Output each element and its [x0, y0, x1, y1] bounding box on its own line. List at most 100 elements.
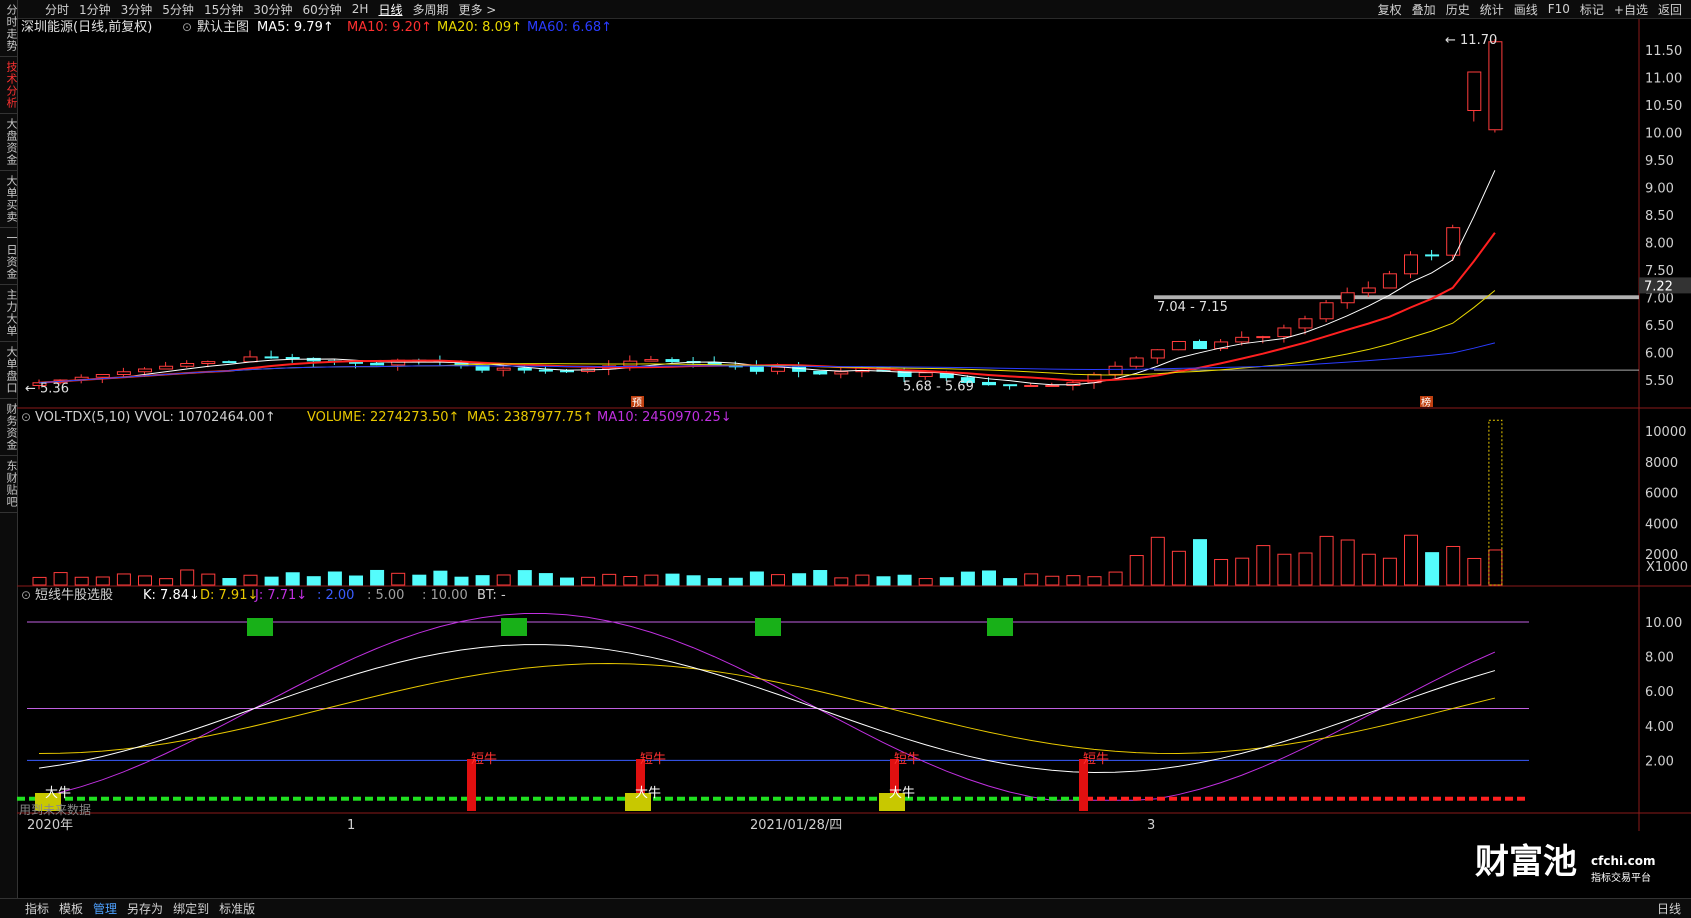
- signal-baseline: [821, 796, 829, 801]
- toolbar-action-button[interactable]: 统计: [1475, 1, 1509, 18]
- volume-bar: [728, 577, 743, 586]
- signal-baseline: [1313, 796, 1321, 801]
- signal-baseline: [605, 796, 613, 801]
- side-tab[interactable]: 一日资金: [0, 228, 18, 285]
- signal-baseline: [785, 796, 793, 801]
- bottom-bar-button[interactable]: 标准版: [214, 900, 260, 917]
- candle-body: [1361, 287, 1376, 294]
- price-tick: 9.50: [1645, 154, 1674, 169]
- stock-chart[interactable]: ← 11.70 ← 5.36 5.68 - 5.69 7.04 - 7.15 预 榜 短牛…: [17, 19, 1691, 898]
- signal-baseline: [1421, 796, 1429, 801]
- toolbar-action-button[interactable]: 画线: [1509, 1, 1543, 18]
- candle-body: [1319, 302, 1334, 320]
- indicator-tick: 8.00: [1645, 651, 1674, 666]
- period-tab[interactable]: 2H: [347, 2, 374, 16]
- volume-bar: [1150, 536, 1165, 586]
- future-data-note: 用到未来数据: [19, 802, 91, 817]
- long-signal-label: 大牛: [635, 786, 661, 801]
- signal-baseline: [497, 796, 505, 801]
- side-tab[interactable]: 主力大单: [0, 285, 18, 342]
- month-tick: 3: [1147, 818, 1155, 833]
- signal-baseline: [761, 796, 769, 801]
- candle-body: [1171, 341, 1186, 351]
- side-tab[interactable]: 财务资金: [0, 399, 18, 456]
- event-marker-label: 预: [632, 397, 642, 409]
- toolbar-action-button[interactable]: 返回: [1653, 1, 1687, 18]
- signal-baseline: [1025, 796, 1033, 801]
- bottom-bar-button[interactable]: 模板: [54, 900, 88, 917]
- candle-body: [285, 357, 300, 360]
- bottom-bar-button[interactable]: 另存为: [122, 900, 168, 917]
- signal-baseline: [1469, 796, 1477, 801]
- short-signal-label: 短牛: [894, 752, 920, 767]
- signal-baseline: [401, 796, 409, 801]
- brand-url: cfchi.com: [1591, 854, 1656, 868]
- toolbar-actions: 复权 叠加 历史 统计 画线 F10 标记 +自选 返回: [1373, 1, 1691, 18]
- candle-body: [813, 370, 828, 375]
- volume-bar: [813, 570, 828, 586]
- period-tab[interactable]: 30分钟: [248, 1, 297, 18]
- candle-body: [517, 367, 532, 371]
- side-tab[interactable]: 技术分析: [0, 57, 18, 114]
- volume-bar: [285, 572, 300, 586]
- d-label: D: 7.91↓: [200, 588, 258, 603]
- toolbar-action-button[interactable]: 复权: [1373, 1, 1407, 18]
- signal-baseline: [1121, 796, 1129, 801]
- volume-bar: [960, 571, 975, 586]
- signal-baseline: [917, 796, 925, 801]
- candle-body: [644, 359, 659, 362]
- toolbar-action-button[interactable]: +自选: [1609, 1, 1653, 18]
- side-tab[interactable]: 大单盘口: [0, 342, 18, 399]
- signal-baseline: [1133, 796, 1141, 801]
- date-axis: 2020年 1 2021/01/28/四 3 用到未来数据: [19, 802, 1155, 833]
- period-tab[interactable]: 15分钟: [199, 1, 248, 18]
- period-tab[interactable]: 5分钟: [157, 1, 199, 18]
- volume-bar: [1003, 578, 1018, 586]
- bottom-bar-button[interactable]: 指标: [20, 900, 54, 917]
- period-tab[interactable]: 更多 >: [453, 1, 501, 18]
- volume-bar: [538, 573, 553, 586]
- template-name[interactable]: 默认主图: [197, 19, 249, 35]
- indicator-name: 短线牛股选股: [35, 588, 113, 603]
- signal-baseline: [1037, 796, 1045, 801]
- period-tab[interactable]: 多周期: [407, 1, 453, 18]
- period-tab[interactable]: 3分钟: [116, 1, 158, 18]
- side-tab[interactable]: 大盘资金: [0, 114, 18, 171]
- volume-bar: [1214, 559, 1229, 586]
- period-indicator: 日线: [1656, 902, 1681, 916]
- signal-baseline: [1433, 796, 1441, 801]
- side-tab[interactable]: 大单买卖: [0, 171, 18, 228]
- high-price-annotation: ← 11.70: [1445, 33, 1497, 48]
- side-tab[interactable]: 东财贴吧: [0, 456, 18, 513]
- bottom-bar-button[interactable]: 管理: [88, 900, 122, 917]
- period-tab[interactable]: 1分钟: [74, 1, 116, 18]
- signal-baseline: [797, 796, 805, 801]
- volume-bar: [876, 576, 891, 586]
- period-tab[interactable]: 60分钟: [298, 1, 347, 18]
- toolbar-action-button[interactable]: 标记: [1575, 1, 1609, 18]
- volume-label: VOLUME: 2274273.50↑: [307, 410, 459, 425]
- toolbar-action-button[interactable]: 历史: [1441, 1, 1475, 18]
- toolbar-action-button[interactable]: 叠加: [1407, 1, 1441, 18]
- period-tab[interactable]: 分时: [40, 1, 74, 18]
- candle-body: [1003, 384, 1018, 387]
- period-tab[interactable]: 日线: [373, 1, 407, 18]
- signal-baseline: [569, 796, 577, 801]
- ma60-label: MA60: 6.68↑: [527, 20, 612, 35]
- volume-bar: [771, 574, 785, 586]
- signal-baseline: [437, 796, 445, 801]
- sell-signal-box: [755, 618, 781, 636]
- signal-baseline: [1157, 796, 1165, 801]
- side-tab[interactable]: 分时走势: [0, 0, 18, 57]
- volume-bar: [834, 577, 849, 586]
- k-label: K: 7.84↓: [143, 588, 200, 603]
- toolbar-action-button[interactable]: F10: [1543, 2, 1575, 16]
- signal-baseline: [533, 796, 541, 801]
- bottom-bar-button[interactable]: 绑定到: [168, 900, 214, 917]
- volume-bar: [1467, 557, 1482, 586]
- volume-bar: [1488, 549, 1503, 586]
- signal-baseline: [17, 796, 25, 801]
- volume-bar: [264, 576, 279, 586]
- signal-baseline: [269, 796, 277, 801]
- candle-body: [201, 361, 216, 365]
